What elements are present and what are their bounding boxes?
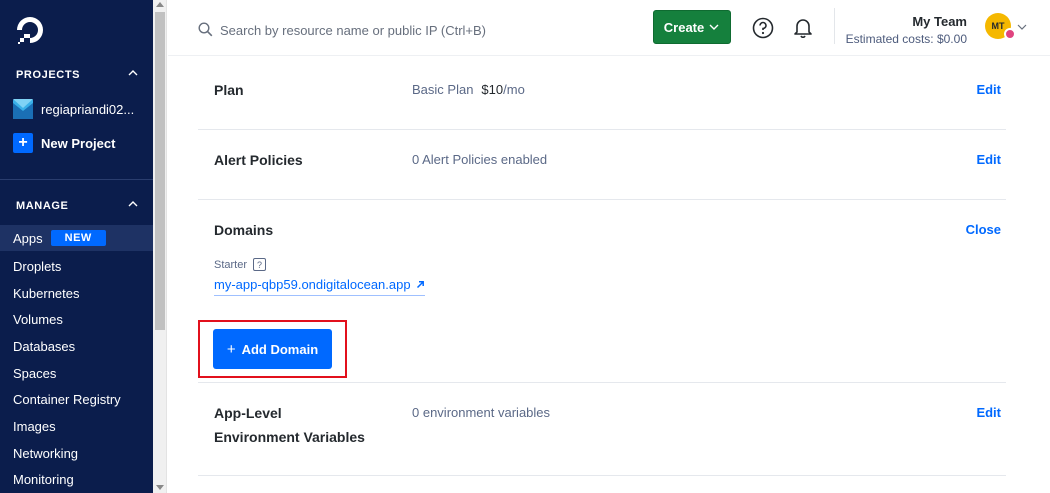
new-badge: NEW [50,230,106,246]
env-vars-value: 0 environment variables [412,405,551,420]
plan-price-unit: /mo [503,82,525,97]
divider [198,129,1006,130]
new-project-button[interactable]: + New Project [13,132,115,154]
sidebar-item-spaces[interactable]: Spaces [0,360,153,386]
plan-edit-link[interactable]: Edit [976,82,1001,97]
sidebar-divider [0,179,153,180]
digitalocean-logo-icon[interactable] [16,16,44,46]
plan-name: Basic Plan [412,82,474,97]
estimated-costs: Estimated costs: $0.00 [845,32,967,46]
avatar-initials: MT [991,21,1005,31]
manage-heading: MANAGE [16,200,69,212]
plan-value: Basic Plan $10/mo [412,81,525,99]
app-domain-link[interactable]: my-app-qbp59.ondigitalocean.app [214,277,426,296]
domains-close-link[interactable]: Close [966,222,1001,237]
plus-icon: + [13,133,33,153]
sidebar-item-networking[interactable]: Networking [0,440,153,466]
scroll-up-arrow-icon[interactable] [156,2,164,7]
help-icon[interactable] [752,17,774,39]
sidebar-item-label: Kubernetes [13,285,80,301]
sidebar-item-label: Container Registry [13,391,121,407]
top-bar: Create My Team Estimated costs: $0.00 MT [168,0,1050,56]
create-button[interactable]: Create [653,10,731,44]
sidebar-item-kubernetes[interactable]: Kubernetes [0,280,153,306]
sidebar-item-container-registry[interactable]: Container Registry [0,386,153,412]
sidebar-item-label: Databases [13,338,76,354]
sidebar-item-monitoring[interactable]: Monitoring [0,466,153,492]
sidebar-item-label: Networking [13,445,79,461]
add-domain-button[interactable]: + Add Domain [213,329,332,369]
env-vars-title-line2: Environment Variables [214,429,365,445]
divider [198,475,1006,476]
starter-label: Starter ? [214,258,267,271]
create-label: Create [663,19,705,35]
plan-price: $10 [481,82,504,97]
add-domain-label: Add Domain [241,341,319,357]
sidebar-item-volumes[interactable]: Volumes [0,306,153,332]
sidebar-item-label: Apps [13,230,43,246]
starter-text: Starter [214,258,248,271]
chevron-up-icon[interactable] [127,67,139,79]
projects-heading: PROJECTS [16,69,81,81]
sidebar-item-label: Images [13,418,56,434]
sidebar: PROJECTS regiapriandi02... + New Project… [0,0,153,493]
sidebar-item-label: Monitoring [13,471,74,487]
sidebar-item-label: Droplets [13,258,62,274]
sidebar-item-images[interactable]: Images [0,413,153,439]
app-domain-url: my-app-qbp59.ondigitalocean.app [214,277,411,292]
sidebar-item-label: Volumes [13,311,63,327]
sidebar-project-item[interactable]: regiapriandi02... [13,98,134,120]
external-link-icon [417,281,425,289]
project-icon [13,99,33,119]
team-name[interactable]: My Team [912,14,967,29]
env-vars-edit-link[interactable]: Edit [976,405,1001,420]
bell-icon[interactable] [792,16,814,38]
chevron-down-icon[interactable] [1017,22,1027,32]
search-input[interactable] [220,18,620,42]
sidebar-item-droplets[interactable]: Droplets [0,253,153,279]
chevron-down-icon [709,24,719,30]
domains-title: Domains [214,222,274,238]
plan-title: Plan [214,82,244,98]
topbar-divider [834,8,835,44]
sidebar-item-apps[interactable]: Apps NEW [0,225,153,251]
project-name: regiapriandi02... [41,101,135,117]
sidebar-scrollbar[interactable] [153,0,167,493]
help-question-icon[interactable]: ? [253,258,267,271]
alert-policies-edit-link[interactable]: Edit [976,152,1001,167]
sidebar-item-databases[interactable]: Databases [0,333,153,359]
scrollbar-thumb[interactable] [155,12,165,330]
env-vars-title-line1: App-Level [214,405,282,421]
divider [198,382,1006,383]
team-indicator-icon [1004,28,1016,40]
scroll-down-arrow-icon[interactable] [156,485,164,490]
chevron-up-icon[interactable] [127,198,139,210]
new-project-label: New Project [41,135,116,151]
alert-policies-title: Alert Policies [214,152,303,168]
sidebar-item-label: Spaces [13,365,57,381]
search-icon [198,22,213,37]
alert-policies-value: 0 Alert Policies enabled [412,152,548,167]
plus-icon: + [226,340,236,358]
divider [198,199,1006,200]
